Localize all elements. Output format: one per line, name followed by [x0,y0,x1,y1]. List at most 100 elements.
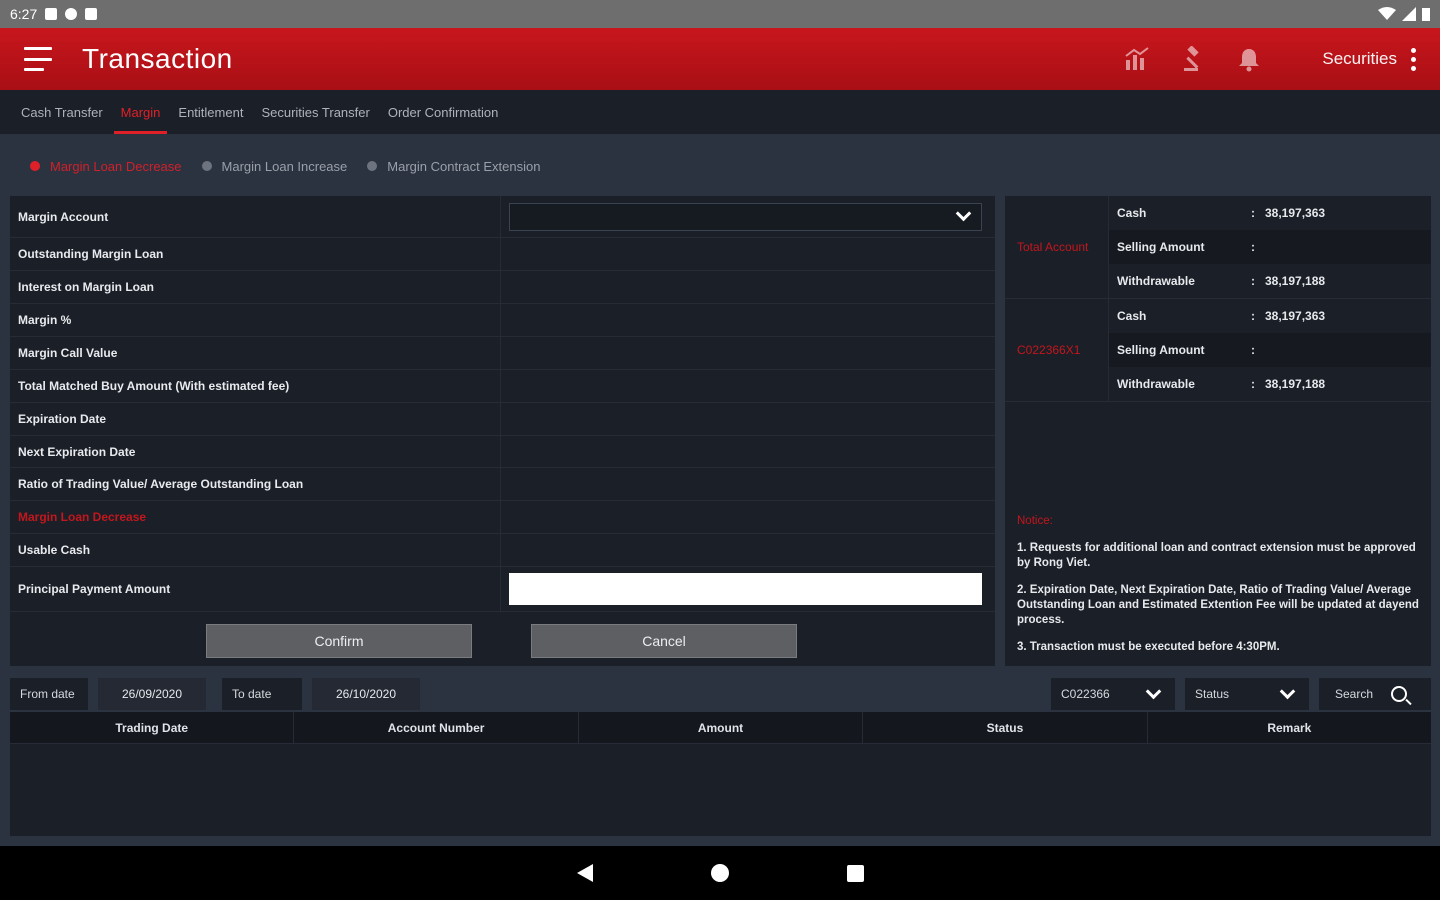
form-label: Margin Call Value [10,337,501,369]
account-row-key: Selling Amount [1117,343,1205,357]
radio-label: Margin Contract Extension [387,158,541,174]
tab-securities-transfer[interactable]: Securities Transfer [252,90,378,134]
account-row-value: 38,197,188 [1265,274,1326,288]
chart-icon[interactable] [1124,46,1150,72]
account-row-key: Selling Amount [1117,240,1205,254]
search-icon[interactable] [1391,686,1408,702]
menu-icon[interactable] [24,47,52,71]
tab-margin[interactable]: Margin [112,90,170,134]
radio-dot-icon [30,161,40,171]
form-value [501,436,995,467]
form-value [501,337,995,369]
form-value [501,304,995,336]
account-row: Selling Amount: [1109,333,1431,367]
form-value [501,271,995,303]
form-row: Usable Cash [10,534,995,567]
separator: : [1251,309,1255,323]
back-icon[interactable] [576,864,593,882]
status-time: 6:27 [10,6,38,22]
chevron-down-icon [1279,683,1296,700]
account-row-key: Cash [1117,309,1147,323]
form-label: Expiration Date [10,403,501,435]
notice-item: 1. Requests for additional loan and cont… [1017,542,1416,569]
sd-card-icon [85,8,98,20]
form-row: Total Matched Buy Amount (With estimated… [10,370,995,403]
radio-margin-loan-decrease[interactable]: Margin Loan Decrease [30,159,182,174]
form-label: Principal Payment Amount [10,567,501,611]
confirm-button[interactable]: Confirm [206,624,472,658]
home-icon[interactable] [710,864,729,882]
radio-label: Margin Loan Decrease [50,158,182,174]
status-filter-placeholder: Status [1195,687,1230,701]
principal-payment-input[interactable] [509,573,982,605]
more-options-icon[interactable] [1411,47,1416,71]
gavel-icon[interactable] [1180,46,1206,72]
form-value [501,238,995,270]
cancel-button[interactable]: Cancel [531,624,797,658]
tab-entitlement[interactable]: Entitlement [169,90,252,134]
account-row-value: 38,197,363 [1265,206,1326,220]
app-bar: Transaction Securities [0,28,1440,90]
account-row: Selling Amount: [1109,230,1431,264]
account-summary-panel: Total Account Cash:38,197,363 Selling Am… [1005,196,1431,666]
battery-icon [1422,8,1430,21]
account-row: Withdrawable:38,197,188 [1109,367,1431,401]
signal-icon [1402,7,1416,21]
margin-account-select[interactable] [509,202,982,231]
account-name: C022366X1 [1005,299,1109,401]
form-label: Margin Account [10,196,501,237]
form-row: Margin Loan Decrease [10,501,995,534]
notice-item: 3. Transaction must be executed before 4… [1017,641,1280,653]
form-row: Margin % [10,304,995,337]
radio-margin-contract-extension[interactable]: Margin Contract Extension [367,159,540,174]
wifi-icon [1378,7,1396,20]
notification-icon [45,8,58,20]
account-type-label[interactable]: Securities [1322,49,1397,69]
form-label: Total Matched Buy Amount (With estimated… [10,370,501,402]
radio-label: Margin Loan Increase [221,158,348,174]
tab-bar: Cash Transfer Margin Entitlement Securit… [0,90,1440,134]
form-label: Outstanding Margin Loan [10,238,501,270]
account-group-sub: C022366X1 Cash:38,197,363 Selling Amount… [1005,299,1431,402]
search-label: Search [1335,687,1374,701]
account-name: Total Account [1005,196,1109,298]
bell-icon[interactable] [1236,46,1262,72]
tab-order-confirmation[interactable]: Order Confirmation [379,90,508,134]
chevron-down-icon [1145,683,1162,700]
radio-margin-loan-increase[interactable]: Margin Loan Increase [201,158,348,174]
form-row: Expiration Date [10,403,995,436]
recent-apps-icon[interactable] [846,864,864,882]
history-table: Trading Date Account Number Amount Statu… [10,712,1431,836]
separator: : [1251,343,1255,357]
account-row: Cash:38,197,363 [1109,196,1431,230]
column-header: Remark [1267,720,1312,735]
account-group-total: Total Account Cash:38,197,363 Selling Am… [1005,196,1431,299]
form-label: Margin % [10,304,501,336]
account-filter-select[interactable]: C022366 [1051,678,1175,710]
from-date-input[interactable]: 26/09/2020 [98,678,206,710]
account-row-value: 38,197,188 [1265,377,1326,391]
form-label: Ratio of Trading Value/ Average Outstand… [10,468,501,500]
status-bar: 6:27 [0,0,1440,28]
radio-dot-icon [201,161,212,171]
form-label: Usable Cash [10,534,501,566]
form-row: Interest on Margin Loan [10,271,995,304]
form-value [501,468,995,500]
to-date-label: To date [222,678,302,710]
column-header: Account Number [294,712,579,743]
form-label: Next Expiration Date [10,436,501,467]
history-filter-bar: From date 26/09/2020 To date 26/10/2020 … [10,676,1431,712]
separator: : [1251,240,1255,254]
separator: : [1251,206,1255,220]
form-label-margin-loan-decrease: Margin Loan Decrease [10,501,501,533]
notice-box: Notice: 1. Requests for additional loan … [1017,514,1419,667]
account-row: Cash:38,197,363 [1109,299,1431,333]
form-row: Ratio of Trading Value/ Average Outstand… [10,468,995,501]
account-filter-value: C022366 [1061,687,1110,701]
to-date-input[interactable]: 26/10/2020 [312,678,420,710]
search-field[interactable]: Search [1319,678,1431,710]
tab-cash-transfer[interactable]: Cash Transfer [12,90,112,134]
account-row-value: 38,197,363 [1265,309,1326,323]
app-notification-icon [65,8,78,20]
status-filter-select[interactable]: Status [1185,678,1309,710]
